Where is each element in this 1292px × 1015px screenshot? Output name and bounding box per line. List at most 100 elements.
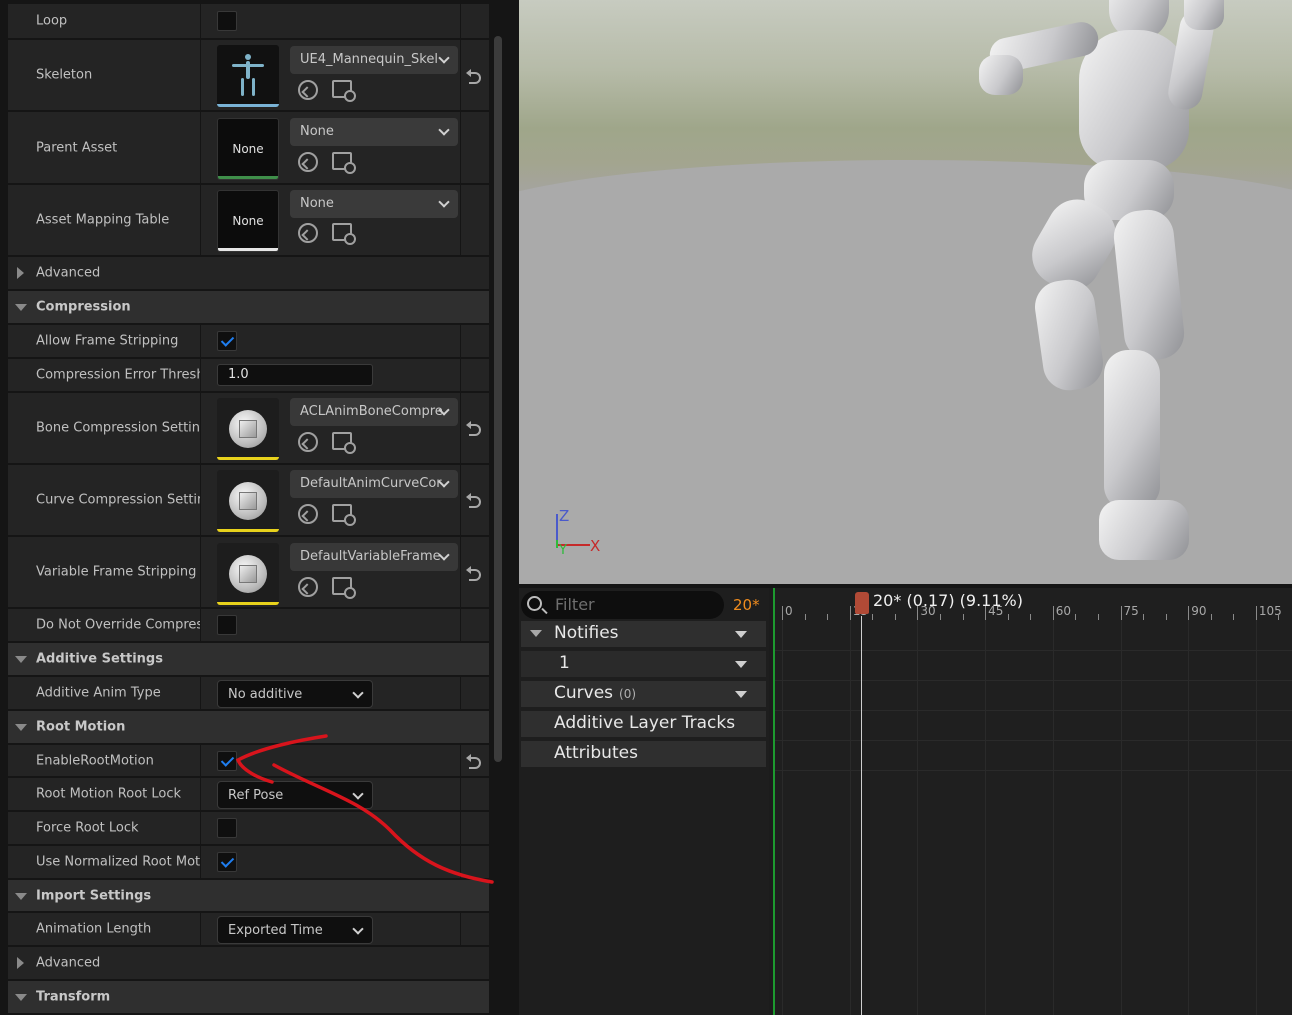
row-force-root-lock: Force Root Lock (8, 812, 489, 845)
animation-length-combo[interactable]: Exported Time (217, 916, 373, 944)
browse-asset-icon[interactable] (332, 80, 356, 102)
collapse-arrow-icon[interactable] (15, 304, 27, 311)
use-selected-icon[interactable] (298, 223, 318, 243)
additive-anim-type-combo[interactable]: No additive (217, 680, 373, 708)
track-notifies-label: Notifies (554, 623, 619, 643)
row-asset-mapping: Asset Mapping Table None None (8, 185, 489, 256)
track-attributes[interactable]: Attributes (521, 741, 766, 767)
category-transform[interactable]: Transform (8, 981, 489, 1014)
playhead-handle[interactable] (855, 592, 869, 614)
grid-row-line (773, 740, 1292, 741)
bone-compression-thumbnail[interactable] (217, 398, 279, 460)
collapse-arrow-icon[interactable] (15, 994, 27, 1001)
details-scrollbar[interactable] (494, 36, 502, 762)
grid-row-line (773, 710, 1292, 711)
label-additive-settings: Additive Settings (36, 651, 163, 667)
track-curves[interactable]: Curves (0) (521, 681, 766, 707)
browse-asset-icon[interactable] (332, 432, 356, 454)
category-root-motion[interactable]: Root Motion (8, 711, 489, 744)
bone-combo-value: ACLAnimBoneCompre (300, 404, 443, 419)
enable-root-motion-checkbox[interactable] (217, 750, 237, 771)
force-root-lock-checkbox[interactable] (217, 818, 237, 838)
row-parent-asset: Parent Asset None None (8, 112, 489, 184)
preview-viewport[interactable]: Z X Y (519, 0, 1292, 584)
label-asset-mapping: Asset Mapping Table (36, 212, 170, 228)
asset-mapping-thumbnail[interactable]: None (217, 190, 279, 252)
chevron-down-icon (352, 687, 364, 699)
track-options-icon[interactable] (735, 631, 747, 638)
use-selected-icon[interactable] (298, 80, 318, 100)
variable-frame-combo[interactable]: DefaultVariableFrame (290, 543, 458, 571)
category-compression[interactable]: Compression (8, 291, 489, 324)
ruler-tick-label: 60 (1055, 604, 1072, 618)
root-motion-lock-combo[interactable]: Ref Pose (217, 781, 373, 809)
browse-asset-icon[interactable] (332, 152, 356, 174)
loop-checkbox[interactable] (217, 11, 237, 31)
do-not-override-checkbox[interactable] (217, 615, 237, 635)
skeleton-thumbnail[interactable] (217, 45, 279, 107)
parent-asset-thumbnail[interactable]: None (217, 118, 279, 180)
playhead-line (861, 616, 862, 1015)
filter-placeholder: Filter (555, 595, 595, 614)
animation-length-value: Exported Time (228, 923, 323, 938)
reset-to-default-icon[interactable] (466, 566, 482, 581)
label-additive-anim-type: Additive Anim Type (36, 685, 161, 701)
use-selected-icon[interactable] (298, 152, 318, 172)
label-root-motion: Root Motion (36, 719, 126, 735)
category-import-settings[interactable]: Import Settings (8, 880, 489, 912)
reset-to-default-icon[interactable] (466, 493, 482, 508)
grid-row-line (773, 680, 1292, 681)
use-selected-icon[interactable] (298, 504, 318, 524)
track-notify-1[interactable]: 1 (521, 651, 766, 677)
reset-to-default-icon[interactable] (466, 421, 482, 436)
collapse-arrow-icon[interactable] (15, 892, 27, 900)
expand-arrow-icon[interactable] (17, 267, 24, 279)
label-skeleton: Skeleton (36, 67, 93, 83)
track-additive-layer[interactable]: Additive Layer Tracks (521, 711, 766, 737)
reset-to-default-icon[interactable] (466, 754, 482, 769)
row-advanced-2[interactable]: Advanced (8, 947, 489, 980)
expand-arrow-icon[interactable] (17, 957, 24, 969)
track-list: Filter 20* Notifies 1 Curves (0) Additive… (519, 588, 769, 1015)
row-use-normalized: Use Normalized Root Moti... (8, 846, 489, 879)
label-enable-root-motion: EnableRootMotion (36, 753, 154, 768)
ruler-major-tick (1255, 606, 1257, 620)
use-normalized-checkbox[interactable] (217, 852, 237, 872)
playhead-time-label: 20* (0.17) (9.11%) (873, 591, 1023, 610)
bone-compression-combo[interactable]: ACLAnimBoneCompre (290, 398, 458, 426)
curve-compression-combo[interactable]: DefaultAnimCurveCor (290, 470, 458, 498)
reset-to-default-icon[interactable] (466, 69, 482, 84)
track-grid[interactable] (773, 620, 1292, 1015)
browse-asset-icon[interactable] (332, 223, 356, 245)
track-options-icon[interactable] (735, 691, 747, 698)
time-ruler[interactable]: 0153045607590105 (773, 588, 1292, 620)
skeleton-combo[interactable]: UE4_Mannequin_Skel (290, 46, 458, 74)
chevron-down-icon (352, 788, 364, 800)
label-force-root-lock: Force Root Lock (36, 820, 139, 836)
asset-mapping-combo[interactable]: None (290, 190, 458, 218)
use-selected-icon[interactable] (298, 432, 318, 452)
variable-combo-value: DefaultVariableFrame (300, 549, 441, 564)
grid-row-line (773, 770, 1292, 771)
row-advanced-1[interactable]: Advanced (8, 257, 489, 290)
browse-asset-icon[interactable] (332, 504, 356, 526)
variable-frame-thumbnail[interactable] (217, 543, 279, 605)
filter-input[interactable]: Filter (521, 591, 724, 619)
collapse-arrow-icon[interactable] (15, 724, 27, 731)
axis-x-label: X (590, 537, 601, 555)
browse-asset-icon[interactable] (332, 577, 356, 599)
axis-y-label: Y (559, 543, 567, 558)
track-notifies[interactable]: Notifies (521, 621, 766, 647)
curve-compression-thumbnail[interactable] (217, 470, 279, 532)
parent-asset-combo[interactable]: None (290, 118, 458, 146)
collapse-arrow-icon[interactable] (530, 630, 542, 637)
category-additive-settings[interactable]: Additive Settings (8, 643, 489, 676)
compression-error-input[interactable]: 1.0 (217, 364, 373, 386)
track-options-icon[interactable] (735, 661, 747, 668)
collapse-arrow-icon[interactable] (15, 656, 27, 663)
label-do-not-override: Do Not Override Compress... (36, 617, 201, 633)
ruler-tick-label: 75 (1123, 604, 1139, 618)
use-selected-icon[interactable] (298, 577, 318, 597)
allow-frame-stripping-checkbox[interactable] (217, 331, 237, 351)
row-loop: Loop (8, 4, 489, 39)
